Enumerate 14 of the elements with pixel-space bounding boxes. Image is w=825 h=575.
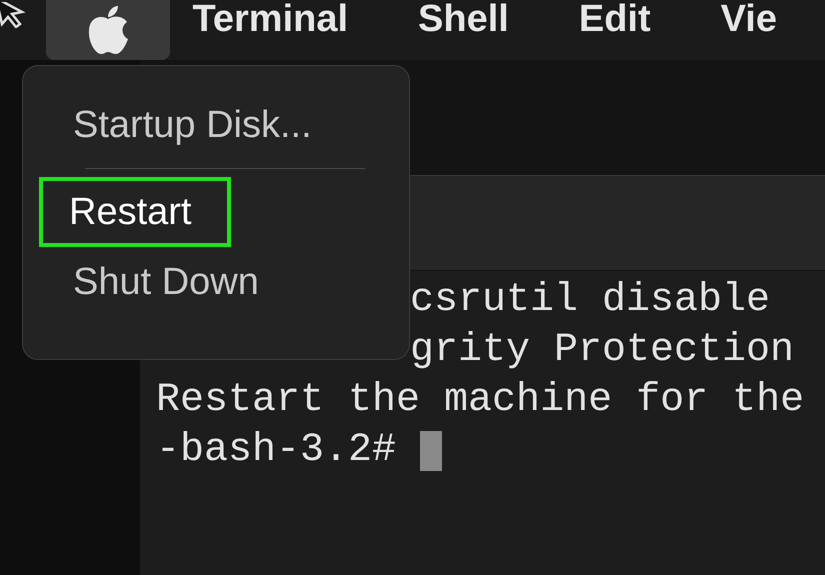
menu-item[interactable]: Startup Disk...: [43, 90, 352, 160]
menu-bar-item[interactable]: Edit: [578, 0, 651, 38]
menu-bar-item[interactable]: Terminal: [192, 0, 348, 38]
menu-bar-item[interactable]: Shell: [418, 0, 509, 38]
terminal-line: csrutil disable: [410, 277, 770, 325]
menu-item[interactable]: Shut Down: [43, 247, 299, 317]
text-cursor: [420, 431, 442, 471]
terminal-line: Restart the machine for the: [156, 377, 804, 425]
apple-menu-button[interactable]: [46, 0, 170, 60]
menu-item[interactable]: Restart: [39, 177, 232, 247]
menu-bar-item[interactable]: Vie: [720, 0, 777, 38]
terminal-prompt: -bash-3.2#: [156, 427, 396, 475]
terminal-line: grity Protection: [410, 327, 794, 375]
apple-logo-icon: [86, 5, 130, 55]
